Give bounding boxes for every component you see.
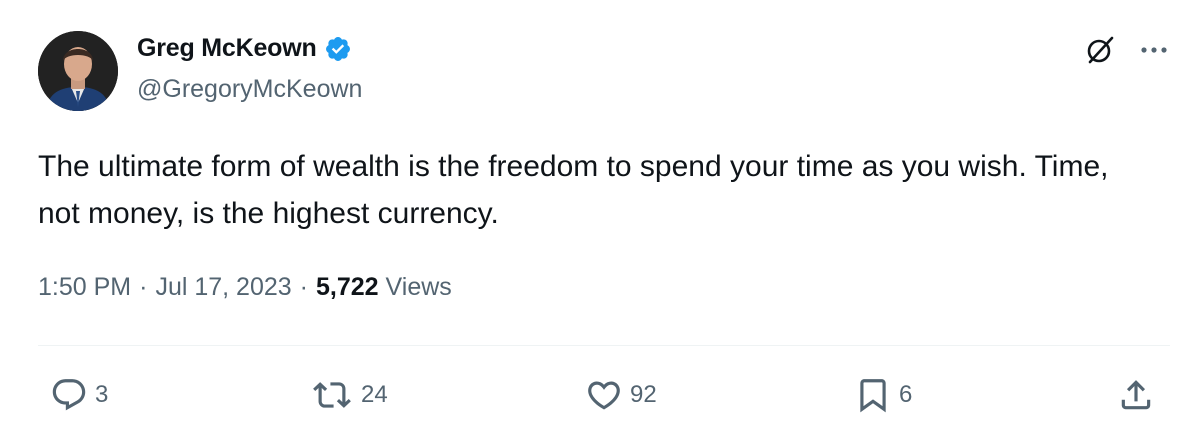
reply-count: 3: [95, 381, 109, 408]
share-icon: [1121, 380, 1151, 410]
views-count[interactable]: 5,722: [316, 273, 379, 302]
tweet-date[interactable]: Jul 17, 2023: [155, 273, 291, 302]
like-button[interactable]: 92: [585, 376, 657, 414]
action-bar: 3 24 92 6: [0, 370, 1196, 420]
repost-count: 24: [361, 381, 388, 408]
author-handle[interactable]: @GregoryMcKeown: [137, 75, 362, 104]
meta-separator: ·: [299, 273, 308, 301]
author-name[interactable]: Greg McKeown: [137, 34, 317, 63]
heart-icon: [588, 381, 620, 410]
more-icon[interactable]: [1140, 45, 1168, 55]
bookmark-icon: [860, 379, 886, 413]
meta-separator: ·: [139, 273, 148, 301]
tweet-text: The ultimate form of wealth is the freed…: [38, 150, 1109, 230]
tweet-meta: 1:50 PM · Jul 17, 2023 · 5,722 Views: [38, 273, 452, 302]
reply-button[interactable]: 3: [50, 376, 108, 414]
tweet-time[interactable]: 1:50 PM: [38, 273, 131, 302]
divider: [38, 345, 1170, 346]
bookmark-button[interactable]: 6: [854, 376, 912, 414]
views-label[interactable]: Views: [386, 273, 452, 302]
verified-badge-icon: [325, 36, 350, 61]
bookmark-count: 6: [899, 381, 913, 408]
reply-icon: [52, 379, 86, 411]
repost-button[interactable]: 24: [310, 376, 388, 414]
repost-icon: [313, 382, 351, 408]
avatar[interactable]: [38, 31, 118, 111]
author-name-row[interactable]: Greg McKeown: [137, 34, 352, 63]
like-count: 92: [630, 381, 657, 408]
share-button[interactable]: [1117, 376, 1155, 414]
grok-icon[interactable]: [1084, 34, 1116, 66]
